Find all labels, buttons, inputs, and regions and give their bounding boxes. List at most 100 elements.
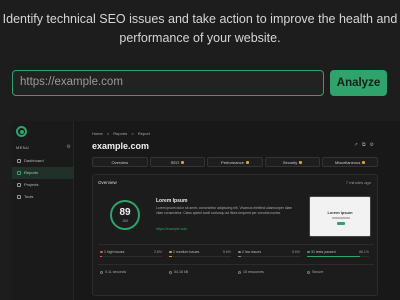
stat-progress-bar — [100, 256, 162, 257]
stat-label: 2 low issues — [242, 250, 262, 254]
stat-item: 2 low issues 5.6% — [236, 245, 305, 260]
stat-progress-bar — [238, 256, 300, 257]
issue-stats: 1 high issues 2.8% 2 medium issues 5.6% 2 lo… — [98, 244, 374, 260]
menu-heading: MENU ⚙ — [16, 144, 71, 150]
warning-badge — [362, 161, 366, 164]
tab-overview[interactable]: Overview — [92, 157, 148, 167]
timestamp: 7 minutes ago — [345, 180, 371, 185]
page-title: example.com — [92, 141, 150, 151]
stat-progress-bar — [307, 256, 369, 257]
page-size-value: 54.16 kB — [174, 270, 189, 274]
breadcrumb-home[interactable]: Home — [92, 131, 103, 136]
tab-miscellaneous[interactable]: Miscellaneous — [322, 157, 378, 167]
status-dot — [238, 250, 241, 253]
score-max: 100 — [122, 219, 128, 223]
sidebar-item-label: Projects — [24, 182, 39, 187]
stat-percent: 5.6% — [292, 250, 300, 254]
breadcrumb: Home > Reports > Report — [92, 131, 153, 136]
breadcrumb-reports[interactable]: Reports — [113, 131, 127, 136]
hero-line-1: Identify technical SEO issues and take a… — [2, 12, 398, 26]
tab-label: Overview — [111, 160, 129, 165]
sidebar-item-label: Dashboard — [24, 158, 44, 163]
tab-performance[interactable]: Performance — [207, 157, 263, 167]
projects-icon — [17, 183, 21, 187]
breadcrumb-separator: > — [131, 131, 134, 136]
tab-security[interactable]: Security — [264, 157, 321, 167]
stat-percent: 5.6% — [223, 250, 231, 254]
stat-progress-bar — [169, 256, 231, 257]
warning-badge — [299, 161, 303, 164]
overview-label: Overview — [98, 180, 117, 185]
report-preview: MENU ⚙ Dashboard Reports Projects Tools … — [12, 121, 400, 300]
site-thumbnail: Lorem ipsum — [309, 196, 371, 237]
weight-icon — [169, 270, 172, 274]
status-dot — [307, 250, 310, 253]
stat-percent: 86.1% — [359, 250, 369, 254]
stat-item: 2 medium issues 5.6% — [167, 245, 236, 260]
tab-label: Performance — [221, 160, 244, 165]
tab-label: Security — [282, 160, 298, 165]
hero-tagline: Identify technical SEO issues and take a… — [0, 10, 400, 48]
warning-badge — [245, 161, 249, 164]
stat-item: 31 tests passed 86.1% — [305, 245, 374, 260]
stat-label: 1 high issues — [104, 250, 125, 254]
sidebar-nav: Dashboard Reports Projects Tools — [12, 155, 74, 203]
stat-percent: 2.8% — [154, 250, 162, 254]
resource-count-value: 15 resources — [243, 270, 264, 274]
settings-icon[interactable]: ⚙ — [370, 142, 378, 148]
stat-progress-fill — [100, 256, 102, 257]
lock-icon — [307, 270, 310, 274]
breadcrumb-report: Report — [137, 131, 150, 136]
menu-label: MENU — [16, 145, 29, 150]
thumbnail-title: Lorem ipsum — [327, 210, 353, 215]
thumbnail-button — [337, 222, 345, 225]
security-status: Secure — [305, 265, 374, 276]
score-value: 89 — [119, 207, 131, 218]
thumbnail-text-line — [332, 217, 350, 219]
tools-icon — [17, 195, 21, 199]
overview-card: Overview 7 minutes ago 89 100 Lorem Ipsu… — [92, 174, 378, 296]
resources-icon — [238, 270, 241, 274]
hero-line-2: performance of your website. — [119, 31, 281, 45]
stat-progress-fill — [307, 256, 361, 257]
stat-item: 1 high issues 2.8% — [98, 245, 167, 260]
stat-label: 2 medium issues — [173, 250, 200, 254]
sidebar-item-label: Reports — [24, 170, 39, 175]
report-tabs: Overview SEO Performance Security Miscel… — [92, 157, 378, 167]
clock-icon — [100, 270, 103, 274]
warning-badge — [181, 161, 185, 164]
stat-progress-fill — [238, 256, 242, 257]
sidebar-item-dashboard[interactable]: Dashboard — [12, 155, 74, 167]
report-main: Home > Reports > Report example.com ↗⧉⚙ … — [82, 121, 400, 300]
search-row: https://example.com Analyze — [12, 70, 387, 96]
sidebar-item-reports[interactable]: Reports — [12, 167, 74, 179]
breadcrumb-separator: > — [106, 131, 110, 136]
sidebar-item-label: Tools — [24, 194, 34, 199]
status-dot — [169, 250, 172, 253]
url-input[interactable]: https://example.com — [12, 70, 324, 96]
site-link[interactable]: https://example.com — [156, 227, 187, 231]
tab-seo[interactable]: SEO — [149, 157, 206, 167]
copy-icon[interactable]: ⧉ — [362, 142, 370, 148]
stat-progress-fill — [169, 256, 173, 257]
header-actions: ↗⧉⚙ — [354, 142, 378, 148]
load-time: 0.11 seconds — [98, 265, 167, 276]
overview-description: Lorem ipsum dolor sit amet, consectetur … — [156, 206, 293, 215]
tab-label: SEO — [170, 160, 180, 165]
sidebar-item-projects[interactable]: Projects — [12, 179, 74, 191]
stat-label: 31 tests passed — [311, 250, 336, 254]
resource-count: 15 resources — [236, 265, 305, 276]
gear-icon[interactable]: ⚙ — [66, 144, 71, 150]
logo-icon — [16, 126, 27, 137]
reports-icon — [17, 171, 21, 175]
analyze-button[interactable]: Analyze — [330, 70, 387, 96]
score-ring: 89 100 — [110, 200, 140, 230]
page-size: 54.16 kB — [167, 265, 236, 276]
external-link-icon[interactable]: ↗ — [354, 142, 362, 148]
page-metrics: 0.11 seconds 54.16 kB 15 resources Secur… — [98, 264, 374, 276]
sidebar: MENU ⚙ Dashboard Reports Projects Tools — [12, 121, 74, 300]
tab-label: Miscellaneous — [334, 160, 361, 165]
dashboard-icon — [17, 159, 21, 163]
sidebar-item-tools[interactable]: Tools — [12, 191, 74, 203]
overview-heading: Lorem Ipsum — [156, 198, 188, 204]
